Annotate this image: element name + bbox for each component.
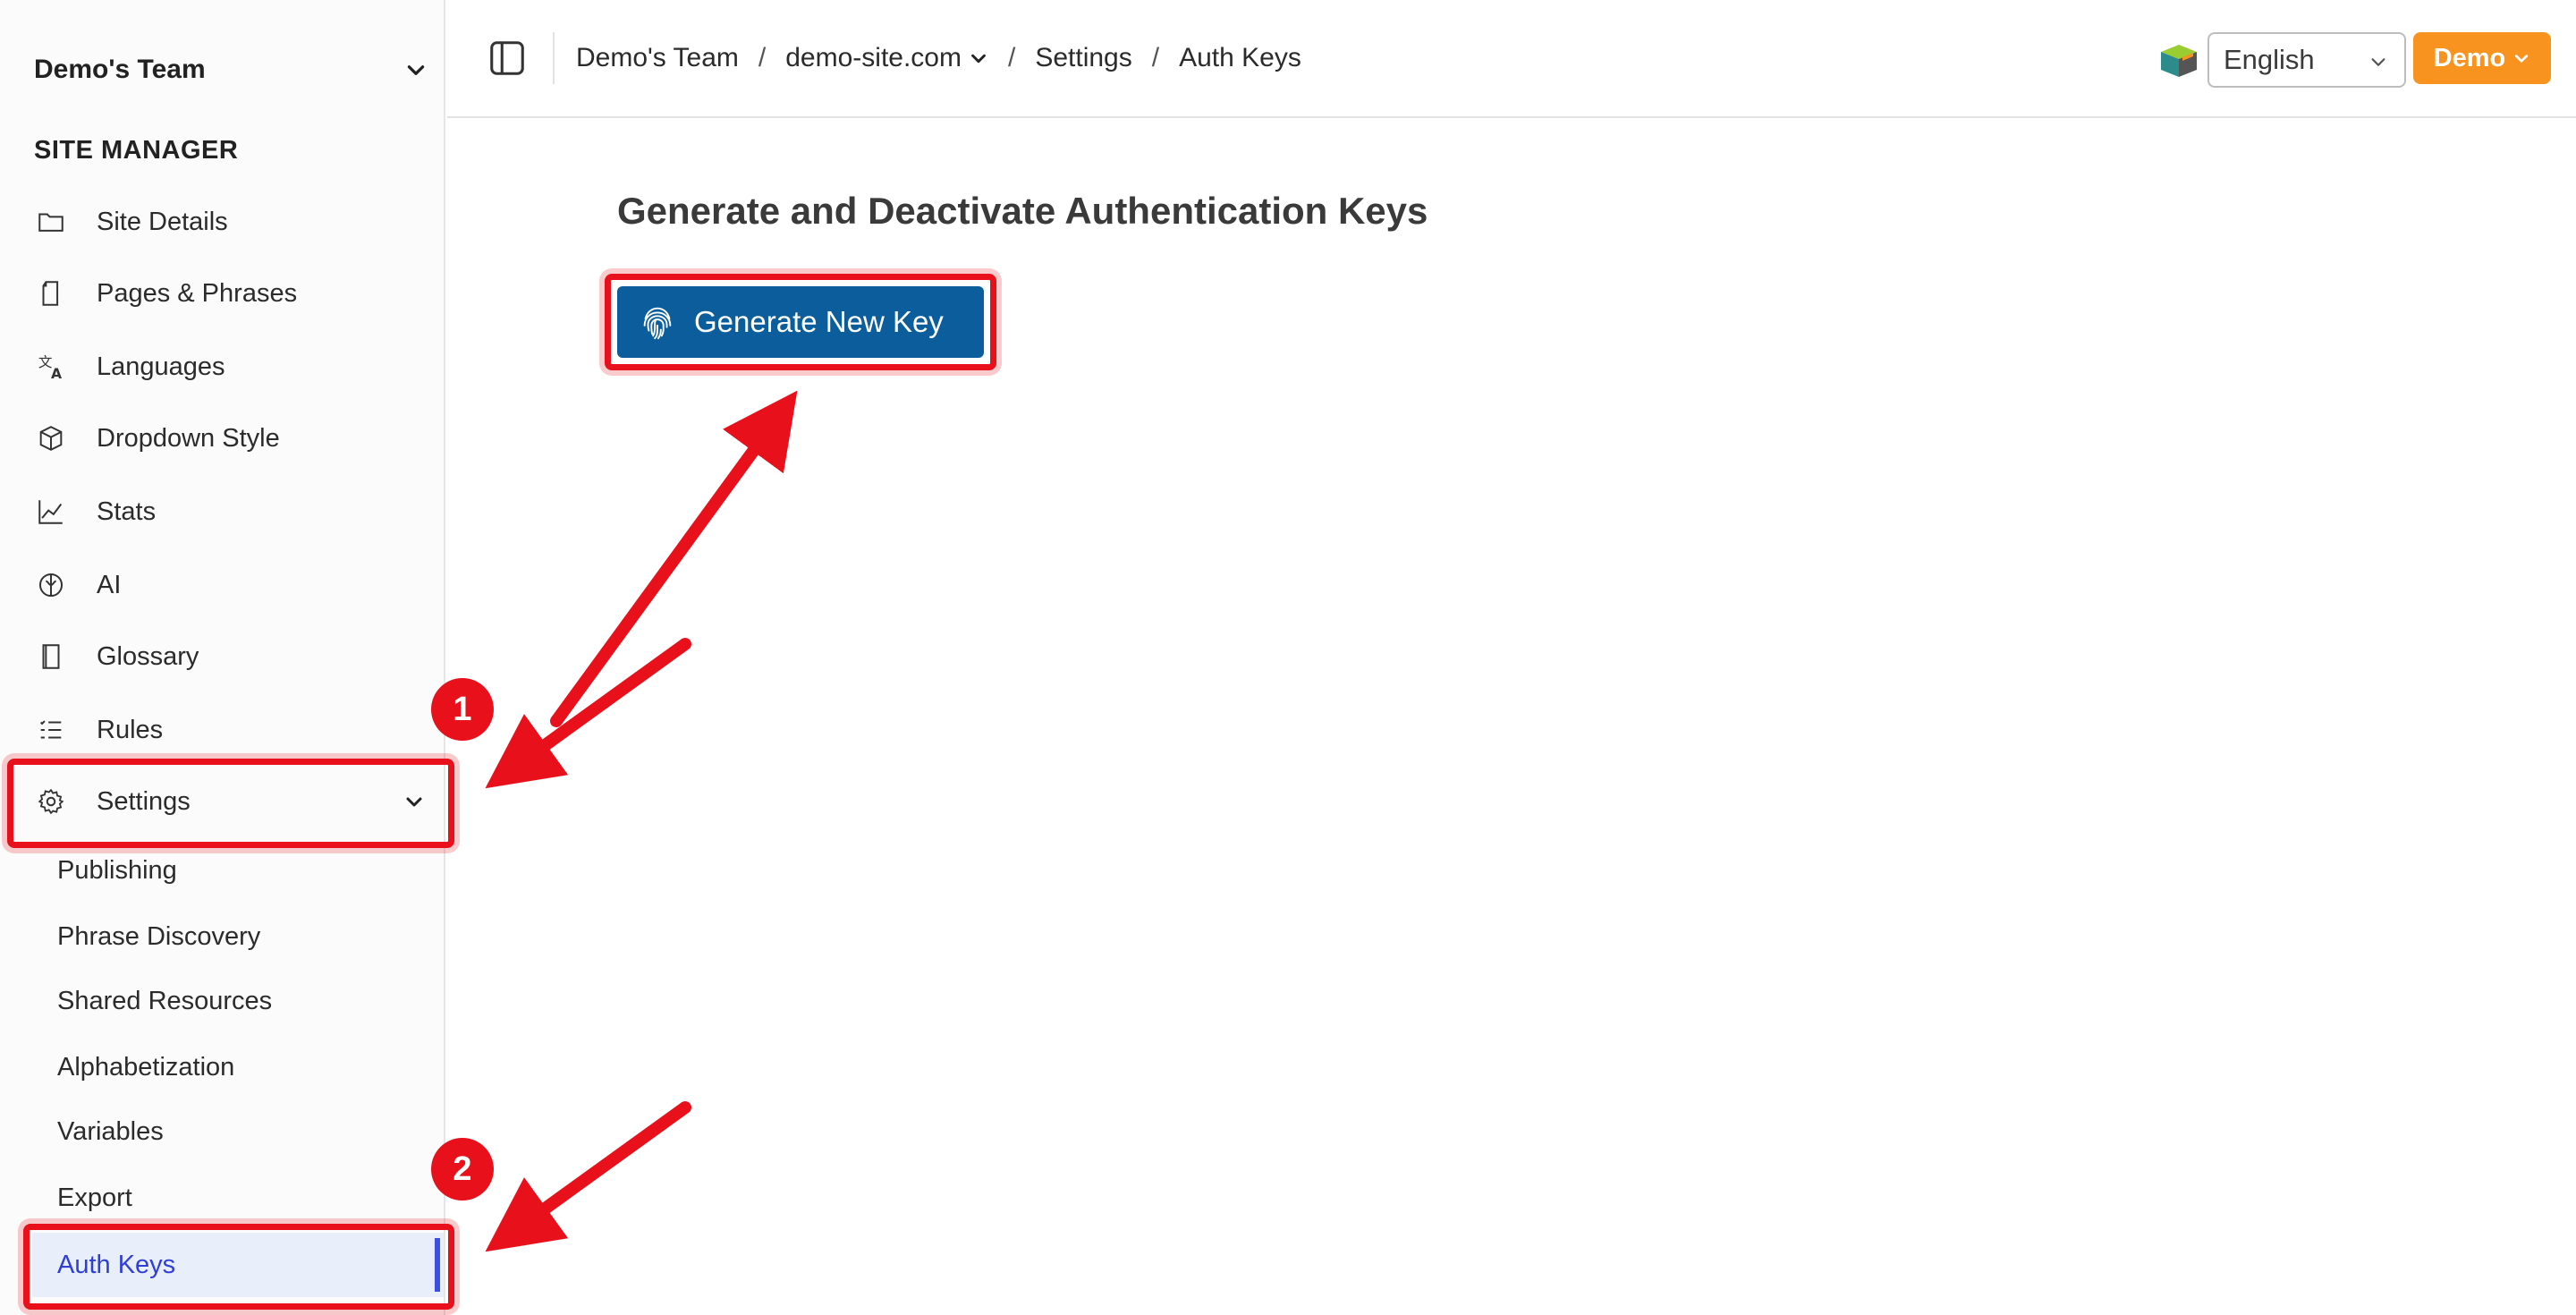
- list-check-icon: [34, 713, 68, 747]
- language-select[interactable]: English: [2207, 32, 2406, 88]
- account-menu-button[interactable]: Demo: [2413, 32, 2551, 84]
- sidebar-item-languages[interactable]: 文A Languages: [34, 342, 428, 392]
- sidebar-item-label: Dropdown Style: [97, 423, 280, 453]
- breadcrumb-site-label: demo-site.com: [785, 43, 962, 72]
- settings-sub-export[interactable]: Export: [57, 1175, 132, 1220]
- settings-sub-phrase-discovery[interactable]: Phrase Discovery: [57, 914, 260, 959]
- sidebar-item-label: Languages: [97, 352, 225, 381]
- settings-sub-shared-resources[interactable]: Shared Resources: [57, 979, 272, 1023]
- arrow-to-settings: [485, 638, 691, 789]
- sidebar-toggle-icon[interactable]: [487, 38, 528, 79]
- team-name: Demo's Team: [34, 55, 206, 84]
- sidebar-item-label: Glossary: [97, 641, 199, 671]
- breadcrumb-settings[interactable]: Settings: [1035, 43, 1131, 73]
- sidebar-item-dropdown-style[interactable]: Dropdown Style: [34, 413, 428, 463]
- top-bar: Demo's Team / demo-site.com / Settings /…: [447, 0, 2576, 118]
- breadcrumb: Demo's Team / demo-site.com / Settings /…: [576, 36, 1301, 81]
- chart-line-icon: [34, 495, 68, 529]
- book-icon: [34, 640, 68, 674]
- sidebar-item-label: Rules: [97, 715, 164, 744]
- step-badge-1: 1: [431, 678, 494, 741]
- sidebar-item-stats[interactable]: Stats: [34, 487, 428, 537]
- books-icon: [2161, 45, 2197, 77]
- sidebar-item-label: Site Details: [97, 207, 228, 236]
- sidebar-item-label: Pages & Phrases: [97, 278, 298, 308]
- breadcrumb-team[interactable]: Demo's Team: [576, 43, 739, 73]
- sidebar-item-rules[interactable]: Rules: [34, 705, 428, 755]
- folder-icon: [34, 205, 68, 239]
- settings-sub-alphabetization[interactable]: Alphabetization: [57, 1045, 234, 1090]
- sidebar-item-glossary[interactable]: Glossary: [34, 632, 428, 682]
- breadcrumb-separator: /: [1007, 43, 1016, 72]
- settings-sub-publishing[interactable]: Publishing: [57, 848, 177, 893]
- highlight-auth-keys: [23, 1224, 454, 1310]
- chevron-down-icon: [2515, 55, 2529, 63]
- highlight-settings: [7, 759, 454, 848]
- cube-icon: [34, 421, 68, 455]
- sidebar-item-label: AI: [97, 570, 122, 599]
- settings-sub-variables[interactable]: Variables: [57, 1109, 164, 1154]
- svg-text:A: A: [51, 366, 62, 382]
- language-select-value: English: [2224, 44, 2315, 75]
- sidebar: Demo's Team SITE MANAGER Site Details Pa…: [0, 0, 445, 1315]
- page-title: Generate and Deactivate Authentication K…: [617, 190, 1428, 232]
- breadcrumb-separator: /: [758, 43, 767, 72]
- breadcrumb-site[interactable]: demo-site.com: [785, 43, 988, 73]
- brain-icon: [34, 568, 68, 602]
- chevron-down-icon: [2371, 58, 2385, 66]
- arrow-to-generate-button: [550, 390, 798, 727]
- breadcrumb-current: Auth Keys: [1179, 43, 1301, 72]
- arrow-to-auth-keys: [485, 1101, 691, 1252]
- chevron-down-icon: [407, 65, 425, 75]
- step-badge-2: 2: [431, 1138, 494, 1200]
- translate-icon: 文A: [34, 350, 68, 384]
- section-title: SITE MANAGER: [34, 136, 239, 165]
- breadcrumb-separator: /: [1151, 43, 1160, 72]
- sidebar-item-label: Stats: [97, 496, 157, 526]
- sidebar-item-ai[interactable]: AI: [34, 560, 428, 610]
- sidebar-item-site-details[interactable]: Site Details: [34, 197, 428, 247]
- account-menu-label: Demo: [2433, 43, 2506, 72]
- team-switcher[interactable]: Demo's Team: [34, 48, 428, 91]
- divider: [553, 32, 555, 84]
- page-icon: [34, 276, 68, 310]
- chevron-down-icon: [971, 54, 986, 64]
- highlight-generate-button: [605, 274, 996, 370]
- sidebar-item-pages-phrases[interactable]: Pages & Phrases: [34, 268, 428, 318]
